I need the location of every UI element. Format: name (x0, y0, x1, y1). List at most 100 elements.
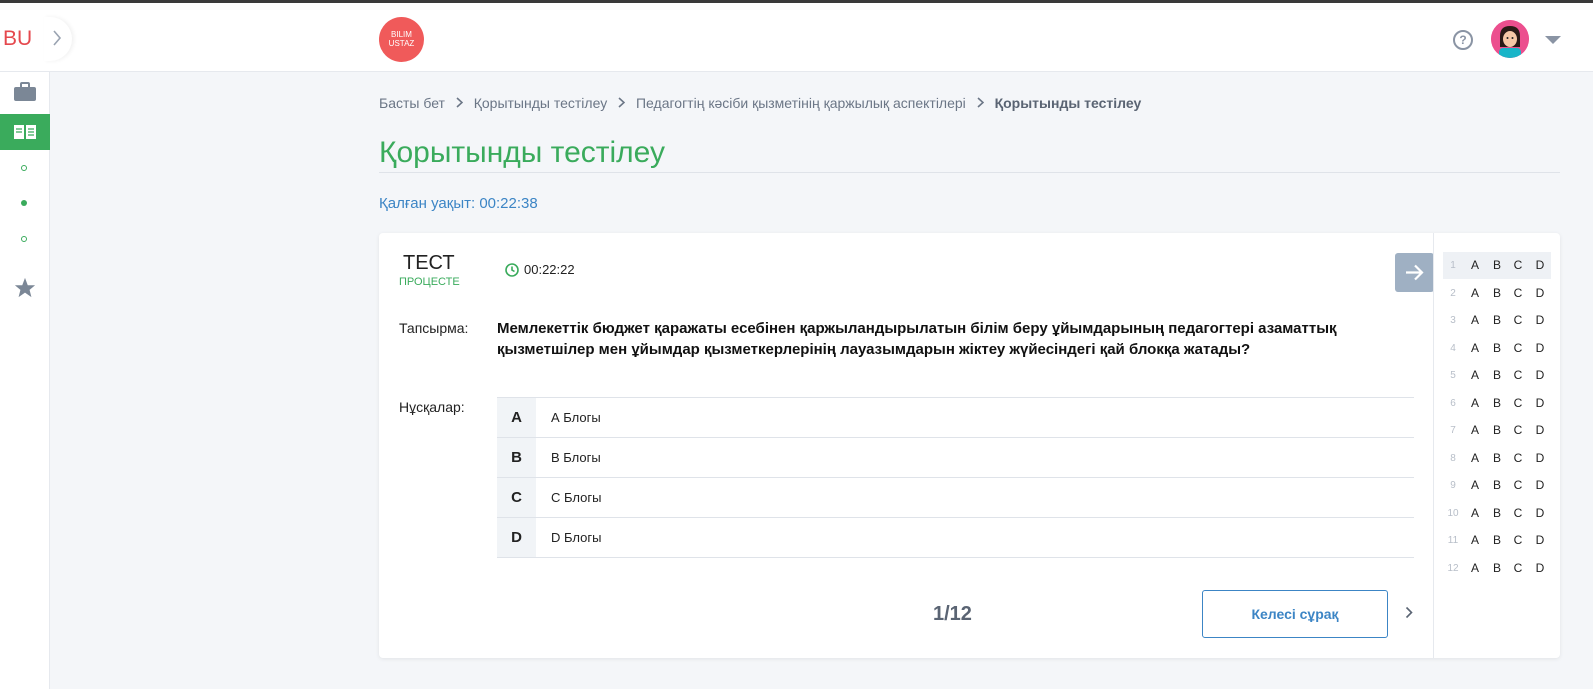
answer-sheet-choice-b[interactable]: B (1490, 445, 1504, 472)
option-a[interactable]: A А Блогы (497, 398, 1414, 438)
answer-sheet-choice-a[interactable]: A (1468, 280, 1482, 307)
answer-sheet-choice-b[interactable]: B (1490, 335, 1504, 362)
answer-sheet-choice-b[interactable]: B (1490, 307, 1504, 334)
answer-sheet-choice-b[interactable]: B (1490, 362, 1504, 389)
answer-sheet-row: 2ABCD (1443, 280, 1551, 307)
answer-sheet-choice-b[interactable]: B (1490, 472, 1504, 499)
answer-options: A А Блогы B В Блогы C С Блогы D D Блогы (497, 397, 1414, 558)
sidebar-subitem-dot-active[interactable] (21, 200, 27, 206)
answer-sheet-choice-b[interactable]: B (1490, 500, 1504, 527)
answer-sheet-choice-d[interactable]: D (1533, 417, 1547, 444)
answer-sheet-choice-a[interactable]: A (1468, 390, 1482, 417)
answer-sheet-choice-d[interactable]: D (1533, 280, 1547, 307)
breadcrumb-home[interactable]: Басты бет (379, 95, 445, 111)
chevron-right-icon (456, 95, 464, 111)
sidebar-item-briefcase[interactable] (0, 74, 50, 110)
answer-sheet-choice-c[interactable]: C (1511, 362, 1525, 389)
answer-sheet-choice-d[interactable]: D (1533, 307, 1547, 334)
answer-sheet-choice-d[interactable]: D (1533, 472, 1547, 499)
answer-sheet-choice-d[interactable]: D (1533, 335, 1547, 362)
left-sidebar (0, 72, 50, 689)
answer-sheet-choice-a[interactable]: A (1468, 417, 1482, 444)
answer-sheet-choice-b[interactable]: B (1490, 280, 1504, 307)
answer-sheet-choice-c[interactable]: C (1511, 390, 1525, 417)
answer-sheet-choice-c[interactable]: C (1511, 472, 1525, 499)
remaining-time-value: 00:22:38 (479, 195, 538, 212)
option-c[interactable]: C С Блогы (497, 478, 1414, 518)
option-text: D Блогы (551, 530, 602, 545)
test-label: ТЕСТ (403, 252, 455, 274)
answer-sheet-choice-c[interactable]: C (1511, 335, 1525, 362)
answer-sheet-choice-a[interactable]: A (1468, 307, 1482, 334)
sidebar-item-favorites[interactable] (0, 270, 50, 306)
chevron-right-icon (977, 95, 984, 111)
answer-sheet-choice-c[interactable]: C (1511, 417, 1525, 444)
answer-sheet-choice-a[interactable]: A (1468, 555, 1482, 582)
option-d[interactable]: D D Блогы (497, 518, 1414, 558)
next-question-button[interactable]: Келесі сұрақ (1202, 590, 1388, 638)
answer-sheet-choice-b[interactable]: B (1490, 555, 1504, 582)
answer-sheet-choice-a[interactable]: A (1468, 527, 1482, 554)
answer-sheet-choice-c[interactable]: C (1511, 307, 1525, 334)
answer-sheet-row-number: 11 (1447, 535, 1459, 546)
answer-sheet-row: 9 ABCD (1443, 472, 1551, 499)
book-icon (14, 125, 36, 139)
avatar[interactable] (1491, 20, 1529, 58)
timer-value: 00:22:22 (524, 262, 575, 277)
answer-sheet-choice-a[interactable]: A (1468, 445, 1482, 472)
answer-sheet-row-number: 10 (1447, 507, 1459, 519)
option-letter: A (497, 398, 536, 437)
answer-sheet-choice-d[interactable]: D (1533, 362, 1547, 389)
sidebar-toggle-button[interactable] (44, 17, 72, 61)
answer-sheet-row-number: 6 (1450, 397, 1456, 409)
answer-sheet-choice-c[interactable]: C (1511, 252, 1525, 279)
answer-sheet-row: 8ABCD (1443, 445, 1551, 472)
answer-sheet-choice-a[interactable]: A (1468, 252, 1482, 279)
logo-line-2: USTAZ (388, 39, 415, 48)
answer-sheet-choice-d[interactable]: D (1533, 445, 1547, 472)
answer-sheet-choice-b[interactable]: B (1490, 390, 1504, 417)
help-icon[interactable]: ? (1453, 30, 1473, 50)
answer-sheet-choice-b[interactable]: B (1490, 417, 1504, 444)
test-card: ТЕСТ ПРОЦЕСТЕ 00:22:22 Тапсырма: Мемлеке… (379, 233, 1560, 658)
answer-sheet-choice-b[interactable]: B (1490, 252, 1504, 279)
star-icon (14, 277, 36, 298)
answer-sheet-choice-a[interactable]: A (1468, 362, 1482, 389)
answer-sheet-choice-d[interactable]: D (1533, 527, 1547, 554)
answer-sheet-choice-d[interactable]: D (1533, 252, 1547, 279)
answer-sheet-row: 7 ABCD (1443, 417, 1551, 444)
sidebar-item-courses[interactable] (0, 114, 50, 150)
answer-sheet-choice-c[interactable]: C (1511, 555, 1525, 582)
answer-sheet-choice-a[interactable]: A (1468, 500, 1482, 527)
option-letter: B (497, 438, 536, 477)
answer-sheet-choice-d[interactable]: D (1533, 555, 1547, 582)
answer-sheet-row-number: 8 (1450, 452, 1456, 464)
answer-sheet-choice-d[interactable]: D (1533, 390, 1547, 417)
page-title: Қорытынды тестілеу (379, 136, 666, 169)
answer-sheet-choice-d[interactable]: D (1533, 500, 1547, 527)
remaining-time: Қалған уақыт: 00:22:38 (379, 195, 538, 212)
answer-sheet-choice-c[interactable]: C (1511, 500, 1525, 527)
caret-down-icon[interactable] (1545, 36, 1561, 44)
chevron-right-icon (53, 30, 62, 46)
top-header: BU BILIM USTAZ ? (0, 3, 1593, 72)
arrow-right-icon (1406, 264, 1424, 281)
breadcrumb-course[interactable]: Педагогтің кәсіби қызметінің қаржылық ас… (636, 95, 966, 111)
answer-sheet-choice-c[interactable]: C (1511, 527, 1525, 554)
sidebar-subitem-dot[interactable] (21, 236, 27, 242)
option-b[interactable]: B В Блогы (497, 438, 1414, 478)
brand-short-logo[interactable]: BU (3, 27, 32, 51)
next-question-arrow-button[interactable] (1395, 253, 1434, 292)
chevron-right-icon[interactable] (1405, 606, 1413, 619)
answer-sheet-row: 10 A B C D (1443, 500, 1551, 527)
answer-sheet-row: 3 ABCD (1443, 307, 1551, 334)
breadcrumb-final-tests[interactable]: Қорытынды тестілеу (474, 95, 607, 111)
answer-sheet-row-number: 7 (1450, 425, 1456, 436)
answer-sheet-choice-c[interactable]: C (1511, 445, 1525, 472)
answer-sheet-choice-a[interactable]: A (1468, 472, 1482, 499)
answer-sheet-choice-a[interactable]: A (1468, 335, 1482, 362)
answer-sheet-choice-c[interactable]: C (1511, 280, 1525, 307)
answer-sheet-choice-b[interactable]: B (1490, 527, 1504, 554)
bilim-ustaz-logo[interactable]: BILIM USTAZ (379, 17, 424, 62)
sidebar-subitem-dot[interactable] (21, 165, 27, 171)
